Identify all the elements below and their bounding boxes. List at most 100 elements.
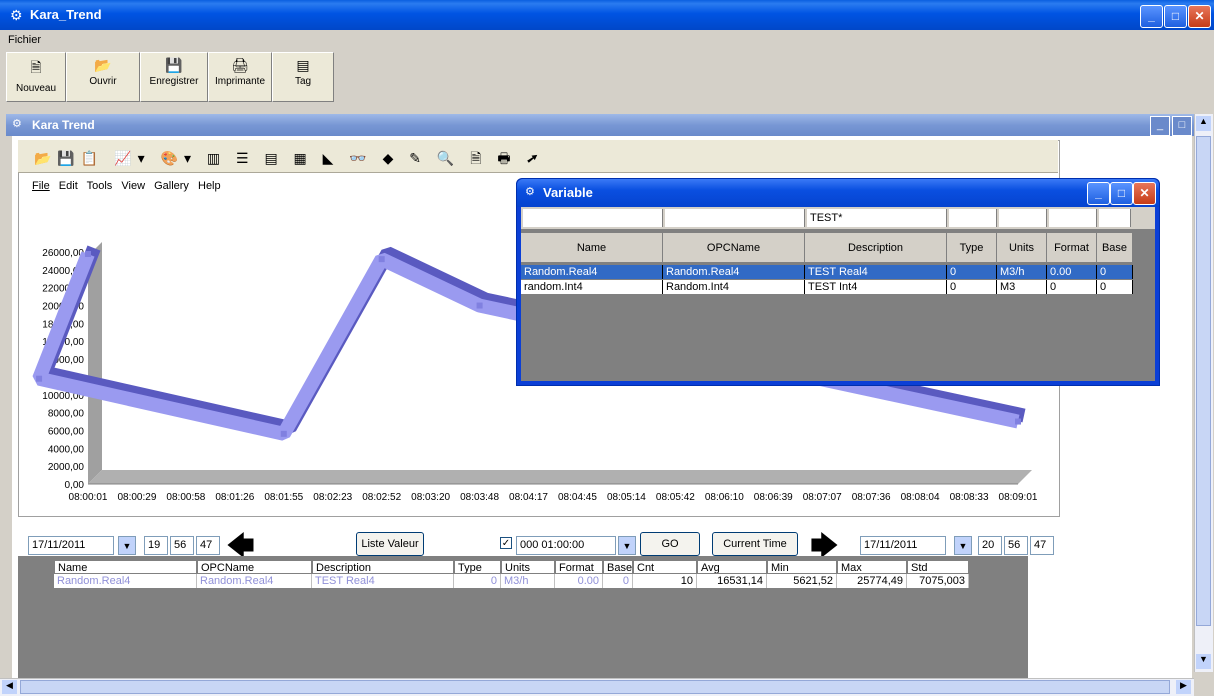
variable-grid: TEST* Name OPCName Description Type Unit…	[521, 207, 1155, 381]
child-maximize-button[interactable]: □	[1172, 116, 1192, 136]
chart-menu-gallery[interactable]: Gallery	[154, 180, 189, 192]
duration-checkbox[interactable]: ✓	[500, 537, 512, 549]
data-point	[378, 256, 385, 263]
variable-header-cell[interactable]: Units	[997, 233, 1047, 263]
liste-valeur-button[interactable]: Liste Valeur	[356, 532, 424, 556]
variable-window-title: Variable	[543, 185, 593, 200]
variable-header-cell[interactable]: Type	[947, 233, 997, 263]
previous-arrow-button[interactable]: 🡄	[226, 532, 255, 560]
filter-units[interactable]	[999, 209, 1047, 227]
filter-format[interactable]	[1049, 209, 1097, 227]
filter-type[interactable]	[949, 209, 997, 227]
end-hour-field[interactable]: 20	[978, 536, 1002, 555]
app-icon: ⚙	[10, 7, 23, 23]
data-point	[476, 302, 483, 309]
filter-opcname[interactable]	[665, 209, 805, 227]
save-button[interactable]: 💾 Enregistrer	[140, 52, 208, 102]
vertical-scroll-thumb[interactable]	[1196, 136, 1211, 626]
minimize-button[interactable]: _	[1140, 5, 1163, 28]
variable-header-cell[interactable]: Name	[521, 233, 663, 263]
stats-cell: 7075,003	[907, 574, 969, 588]
end-second-field[interactable]: 47	[1030, 536, 1054, 555]
menu-fichier[interactable]: Fichier	[8, 34, 41, 46]
horizontal-scrollbar[interactable]: ◀ ▶	[0, 678, 1194, 696]
start-date-dropdown[interactable]: ▼	[118, 536, 136, 555]
close-button[interactable]: ✕	[1188, 5, 1211, 28]
variable-cell: M3/h	[997, 265, 1047, 279]
start-minute-field[interactable]: 56	[170, 536, 194, 555]
scroll-left-icon[interactable]: ◀	[2, 680, 17, 694]
filter-name[interactable]	[523, 209, 663, 227]
current-time-button[interactable]: Current Time	[712, 532, 798, 556]
scroll-down-icon[interactable]: ▼	[1196, 654, 1211, 669]
variable-header-cell[interactable]: OPCName	[663, 233, 805, 263]
variable-minimize-button[interactable]: _	[1087, 182, 1110, 205]
variable-header-cell[interactable]: Base	[1097, 233, 1133, 263]
chart-menu-help[interactable]: Help	[198, 180, 221, 192]
data-point	[1015, 418, 1021, 425]
vertical-scrollbar[interactable]: ▲ ▼	[1194, 114, 1213, 672]
stats-header-cell[interactable]: Max	[837, 560, 907, 574]
variable-header-cell[interactable]: Description	[805, 233, 947, 263]
stats-header-cell[interactable]: Units	[501, 560, 555, 574]
main-title-bar[interactable]: ⚙ Kara_Trend _ □ ✕	[0, 0, 1214, 30]
go-button[interactable]: GO	[640, 532, 700, 556]
chart-menu-edit[interactable]: Edit	[59, 180, 78, 192]
start-date-field[interactable]: 17/11/2011	[28, 536, 114, 555]
stats-header-cell[interactable]: Base	[603, 560, 633, 574]
filter-description[interactable]: TEST*	[807, 209, 947, 227]
scroll-up-icon[interactable]: ▲	[1196, 116, 1211, 131]
scroll-right-icon[interactable]: ▶	[1176, 680, 1191, 694]
next-arrow-button[interactable]: 🡆	[810, 532, 839, 560]
data-point	[280, 430, 287, 437]
x-tick-label: 08:05:14	[607, 492, 646, 503]
variable-cell: 0	[947, 265, 997, 279]
stats-header-cell[interactable]: Cnt	[633, 560, 697, 574]
end-date-dropdown[interactable]: ▼	[954, 536, 972, 555]
x-tick-label: 08:00:58	[166, 492, 205, 503]
chart-tool-icons[interactable]: 📂💾📋 📈▾ 🎨▾ ▥ ☰ ▤ ▦ ◣ 👓 ◆ ✎ 🔍 🗎 🖶 ➚	[34, 148, 544, 172]
start-hour-field[interactable]: 19	[144, 536, 168, 555]
duration-dropdown[interactable]: ▼	[618, 536, 636, 555]
open-button[interactable]: 📂 Ouvrir	[66, 52, 140, 102]
variable-row-selected[interactable]: Random.Real4 Random.Real4 TEST Real4 0 M…	[521, 265, 1133, 279]
stats-header-cell[interactable]: OPCName	[197, 560, 312, 574]
variable-window: ⚙ Variable _ □ ✕ TEST* Name OPCName Desc…	[516, 178, 1160, 386]
variable-close-button[interactable]: ✕	[1133, 182, 1156, 205]
x-tick-label: 08:02:52	[362, 492, 401, 503]
stats-header-cell[interactable]: Description	[312, 560, 454, 574]
chart-menu-view[interactable]: View	[121, 180, 145, 192]
duration-field[interactable]: 000 01:00:00	[516, 536, 616, 555]
horizontal-scroll-thumb[interactable]	[20, 680, 1170, 694]
print-button[interactable]: 🖨 Imprimante	[208, 52, 272, 102]
stats-header-cell[interactable]: Min	[767, 560, 837, 574]
variable-header-cell[interactable]: Format	[1047, 233, 1097, 263]
child-minimize-button[interactable]: _	[1150, 116, 1170, 136]
stats-cell: TEST Real4	[312, 574, 454, 588]
chart-menu-bar: File Edit Tools View Gallery Help	[18, 174, 518, 196]
stats-header-cell[interactable]: Format	[555, 560, 603, 574]
new-button[interactable]: 🗎 Nouveau	[6, 52, 66, 102]
stats-cell: Random.Real4	[54, 574, 197, 588]
end-minute-field[interactable]: 56	[1004, 536, 1028, 555]
start-second-field[interactable]: 47	[196, 536, 220, 555]
variable-title-bar[interactable]: ⚙ Variable _ □ ✕	[517, 179, 1159, 207]
stats-header-cell[interactable]: Std	[907, 560, 969, 574]
stats-header-cell[interactable]: Name	[54, 560, 197, 574]
variable-maximize-button[interactable]: □	[1110, 182, 1133, 205]
chart-menu-file[interactable]: File	[32, 180, 50, 192]
variable-cell: random.Int4	[521, 280, 663, 294]
x-tick-label: 08:07:07	[803, 492, 842, 503]
maximize-button[interactable]: □	[1164, 5, 1187, 28]
end-date-field[interactable]: 17/11/2011	[860, 536, 946, 555]
variable-cell: Random.Real4	[663, 265, 805, 279]
child-title-bar[interactable]: ⚙ Kara Trend _ □	[6, 114, 1194, 136]
chart-floor	[88, 470, 1032, 484]
stats-header-cell[interactable]: Avg	[697, 560, 767, 574]
filter-base[interactable]	[1099, 209, 1131, 227]
tag-button[interactable]: ▤ Tag	[272, 52, 334, 102]
stats-header-cell[interactable]: Type	[454, 560, 501, 574]
variable-row[interactable]: random.Int4 Random.Int4 TEST Int4 0 M3 0…	[521, 280, 1133, 294]
stats-cell: M3/h	[501, 574, 555, 588]
chart-menu-tools[interactable]: Tools	[87, 180, 113, 192]
